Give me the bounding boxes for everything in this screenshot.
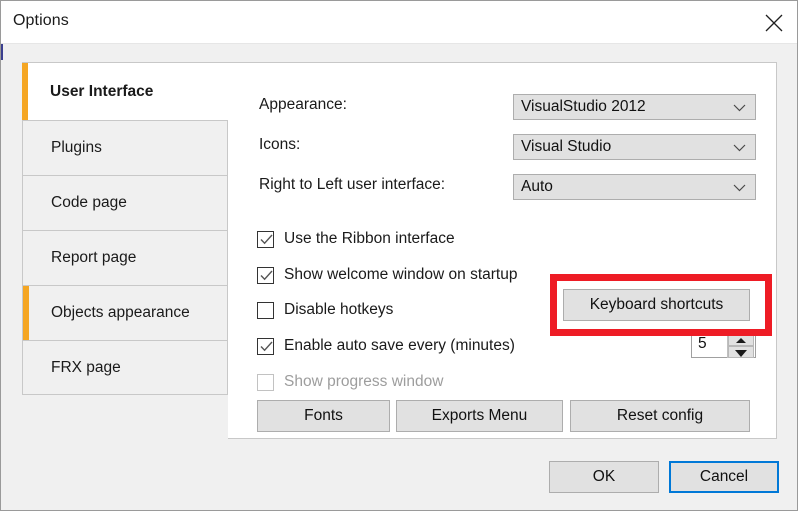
rtl-dropdown[interactable]: Auto <box>513 174 756 200</box>
tab-accent-bar <box>23 121 29 175</box>
tab-list: User Interface Plugins Code page Report … <box>22 62 228 395</box>
icons-dropdown[interactable]: Visual Studio <box>513 134 756 160</box>
window-edge-accent <box>1 44 3 60</box>
field-row-icons: Icons: Visual Studio <box>228 134 776 160</box>
tab-user-interface[interactable]: User Interface <box>22 62 228 120</box>
tab-label: Plugins <box>23 139 102 157</box>
checkbox-label: Show welcome window on startup <box>284 266 517 284</box>
cancel-button[interactable]: Cancel <box>669 461 779 493</box>
spin-down-arrow-icon <box>735 350 747 357</box>
chevron-down-icon <box>733 104 746 112</box>
appearance-label: Appearance: <box>259 96 347 114</box>
spin-up-arrow-icon <box>736 338 746 343</box>
exports-menu-button[interactable]: Exports Menu <box>396 400 563 432</box>
checkbox-row-autosave[interactable]: Enable auto save every (minutes) <box>257 334 515 358</box>
tab-label: Report page <box>23 249 136 267</box>
rtl-label: Right to Left user interface: <box>259 176 445 194</box>
check-icon <box>260 269 273 282</box>
checkbox-autosave[interactable] <box>257 338 274 355</box>
tab-frx-page[interactable]: FRX page <box>22 340 228 395</box>
icons-value: Visual Studio <box>521 138 611 156</box>
chevron-down-icon <box>733 184 746 192</box>
checkbox-row-progress: Show progress window <box>257 370 443 394</box>
checkbox-row-hotkeys[interactable]: Disable hotkeys <box>257 298 393 322</box>
tab-accent-bar <box>23 286 29 340</box>
tab-content-panel: Appearance: VisualStudio 2012 Icons: Vis… <box>228 62 777 439</box>
checkbox-ribbon[interactable] <box>257 231 274 248</box>
spinner-decrement-button[interactable] <box>728 346 754 359</box>
keyboard-shortcuts-button[interactable]: Keyboard shortcuts <box>563 289 750 321</box>
close-icon <box>765 14 783 32</box>
icons-label: Icons: <box>259 136 300 154</box>
tab-label: Objects appearance <box>23 304 190 322</box>
options-dialog: Options User Interface Plugins Code page… <box>0 0 798 511</box>
checkbox-label: Disable hotkeys <box>284 301 393 319</box>
spinner-value: 5 <box>698 335 707 353</box>
checkbox-progress <box>257 374 274 391</box>
checkbox-hotkeys[interactable] <box>257 302 274 319</box>
tab-accent-bar <box>23 341 29 394</box>
rtl-value: Auto <box>521 178 553 196</box>
appearance-value: VisualStudio 2012 <box>521 98 646 116</box>
tab-plugins[interactable]: Plugins <box>22 120 228 175</box>
appearance-dropdown[interactable]: VisualStudio 2012 <box>513 94 756 120</box>
tab-accent-bar <box>22 63 28 120</box>
spinner-buttons <box>727 333 754 358</box>
tab-label: FRX page <box>23 359 121 377</box>
fonts-button[interactable]: Fonts <box>257 400 390 432</box>
checkbox-label: Use the Ribbon interface <box>284 230 455 248</box>
checkbox-welcome[interactable] <box>257 267 274 284</box>
title-bar: Options <box>1 1 797 44</box>
ok-button[interactable]: OK <box>549 461 659 493</box>
check-icon <box>260 340 273 353</box>
checkbox-label: Enable auto save every (minutes) <box>284 337 515 355</box>
window-title: Options <box>13 12 69 30</box>
checkbox-row-welcome[interactable]: Show welcome window on startup <box>257 263 517 287</box>
tab-label: User Interface <box>22 83 153 101</box>
close-button[interactable] <box>751 1 797 43</box>
tab-objects-appearance[interactable]: Objects appearance <box>22 285 228 340</box>
tab-accent-bar <box>23 176 29 230</box>
tab-label: Code page <box>23 194 127 212</box>
chevron-down-icon <box>733 144 746 152</box>
check-icon <box>260 233 273 246</box>
checkbox-row-ribbon[interactable]: Use the Ribbon interface <box>257 227 455 251</box>
checkbox-label: Show progress window <box>284 373 443 391</box>
tab-report-page[interactable]: Report page <box>22 230 228 285</box>
field-row-appearance: Appearance: VisualStudio 2012 <box>228 94 776 120</box>
tab-accent-bar <box>23 231 29 285</box>
autosave-minutes-spinner[interactable]: 5 <box>691 331 756 358</box>
field-row-rtl: Right to Left user interface: Auto <box>228 174 776 200</box>
tab-code-page[interactable]: Code page <box>22 175 228 230</box>
spinner-increment-button[interactable] <box>728 333 754 346</box>
reset-config-button[interactable]: Reset config <box>570 400 750 432</box>
